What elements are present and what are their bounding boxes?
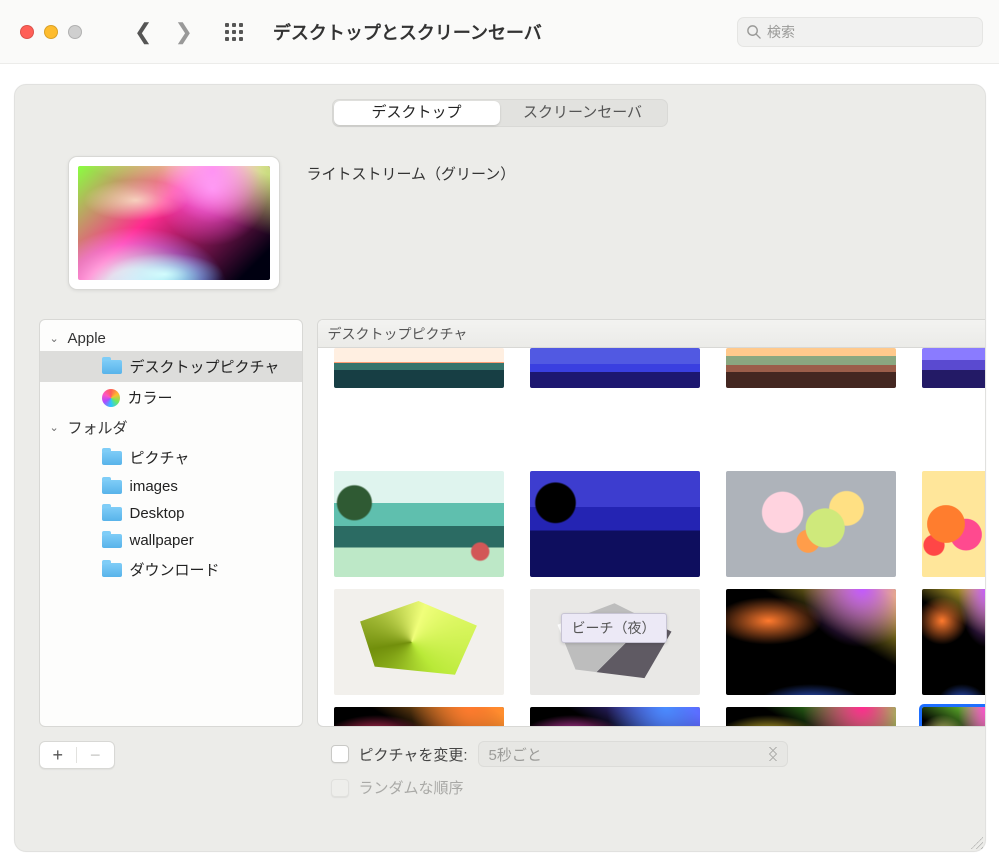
sidebar-item-label: wallpaper (130, 532, 194, 549)
current-wallpaper-preview (69, 157, 279, 289)
zoom-window-button[interactable] (68, 25, 82, 39)
wallpaper-thumb[interactable] (726, 589, 896, 695)
chevron-down-icon: ⌄ (50, 332, 62, 345)
sidebar-item-desktop-pictures[interactable]: デスクトップピクチャ (40, 351, 302, 382)
wallpaper-thumb[interactable] (334, 707, 504, 726)
titlebar: ❮ ❯ デスクトップとスクリーンセーバ 検索 (0, 0, 999, 64)
sidebar-item-label: カラー (128, 387, 173, 408)
sidebar-item-pictures[interactable]: ピクチャ (40, 442, 302, 473)
wallpaper-thumb[interactable] (530, 707, 700, 726)
folder-icon (102, 507, 122, 521)
current-wallpaper-image (78, 166, 270, 280)
thumbnail-grid-header: デスクトップピクチャ (318, 320, 985, 348)
wallpaper-thumb[interactable] (530, 471, 700, 577)
folder-icon (102, 534, 122, 548)
wallpaper-thumb[interactable] (726, 707, 896, 726)
thumbnail-grid-wrap: デスクトップピクチャ (317, 319, 985, 727)
sidebar-item-label: Desktop (130, 505, 185, 522)
minimize-window-button[interactable] (44, 25, 58, 39)
wallpaper-thumb[interactable] (726, 471, 896, 577)
search-field[interactable]: 検索 (737, 17, 983, 47)
source-sidebar[interactable]: ⌄ Apple デスクトップピクチャ カラー ⌄ フォルダ ピクチャ image… (39, 319, 303, 727)
change-picture-label: ピクチャを変更: (359, 744, 468, 765)
sidebar-group-label: フォルダ (68, 417, 128, 438)
sidebar-item-label: ダウンロード (130, 559, 220, 580)
tab-bar: デスクトップ スクリーンセーバ (332, 99, 668, 127)
sidebar-item-images[interactable]: images (40, 473, 302, 500)
sidebar-item-colors[interactable]: カラー (40, 382, 302, 413)
add-source-button[interactable]: + (40, 745, 77, 766)
close-window-button[interactable] (20, 25, 34, 39)
wallpaper-thumb[interactable] (726, 348, 896, 388)
sidebar-group-folders[interactable]: ⌄ フォルダ (40, 413, 302, 442)
random-order-checkbox (331, 779, 349, 797)
sidebar-item-label: デスクトップピクチャ (130, 356, 280, 377)
current-wallpaper-row: ライトストリーム（グリーン） (15, 127, 985, 319)
folder-icon (102, 563, 122, 577)
wallpaper-thumb[interactable] (922, 348, 985, 388)
resize-handle[interactable] (971, 837, 983, 849)
sidebar-item-label: images (130, 478, 178, 495)
tab-screensaver[interactable]: スクリーンセーバ (500, 101, 666, 125)
sidebar-group-apple[interactable]: ⌄ Apple (40, 326, 302, 351)
sidebar-item-label: ピクチャ (130, 447, 190, 468)
folder-icon (102, 360, 122, 374)
remove-source-button[interactable]: − (77, 745, 114, 766)
change-interval-select[interactable]: 5秒ごと (478, 741, 788, 767)
sidebar-group-label: Apple (68, 330, 106, 347)
wallpaper-thumb[interactable] (334, 471, 504, 577)
back-button[interactable]: ❮ (134, 19, 152, 45)
sidebar-item-wallpaper[interactable]: wallpaper (40, 527, 302, 554)
source-add-remove: + − (39, 741, 115, 769)
wallpaper-thumb[interactable] (922, 589, 985, 695)
sidebar-item-desktop[interactable]: Desktop (40, 500, 302, 527)
footer: + − ピクチャを変更: 5秒ごと ランダムな順序 (15, 727, 985, 808)
wallpaper-thumb[interactable] (922, 471, 985, 577)
options: ピクチャを変更: 5秒ごと ランダムな順序 (331, 741, 788, 808)
color-icon (102, 389, 120, 407)
chevron-down-icon: ⌄ (50, 421, 62, 434)
show-all-prefs-button[interactable] (225, 23, 243, 41)
window-controls (20, 25, 82, 39)
folder-icon (102, 451, 122, 465)
search-icon (746, 24, 761, 39)
folder-icon (102, 480, 122, 494)
thumbnail-tooltip: ビーチ（夜） (561, 613, 667, 643)
current-wallpaper-name: ライトストリーム（グリーン） (307, 163, 516, 184)
search-placeholder: 検索 (767, 22, 795, 42)
preference-pane: デスクトップ スクリーンセーバ ライトストリーム（グリーン） ⌄ Apple デ… (14, 84, 986, 852)
sidebar-item-downloads[interactable]: ダウンロード (40, 554, 302, 585)
tab-desktop[interactable]: デスクトップ (334, 101, 500, 125)
thumbnail-grid[interactable] (318, 348, 985, 726)
forward-button[interactable]: ❯ (174, 19, 192, 45)
wallpaper-thumb[interactable] (530, 348, 700, 388)
wallpaper-thumb-selected[interactable] (922, 707, 985, 726)
window-title: デスクトップとスクリーンセーバ (273, 19, 542, 45)
wallpaper-thumb[interactable] (334, 348, 504, 388)
select-value: 5秒ごと (489, 744, 542, 765)
wallpaper-thumb[interactable] (334, 589, 504, 695)
random-order-label: ランダムな順序 (359, 777, 464, 798)
lower-split: ⌄ Apple デスクトップピクチャ カラー ⌄ フォルダ ピクチャ image… (15, 319, 985, 727)
change-picture-checkbox[interactable] (331, 745, 349, 763)
nav-arrows: ❮ ❯ (134, 19, 193, 45)
